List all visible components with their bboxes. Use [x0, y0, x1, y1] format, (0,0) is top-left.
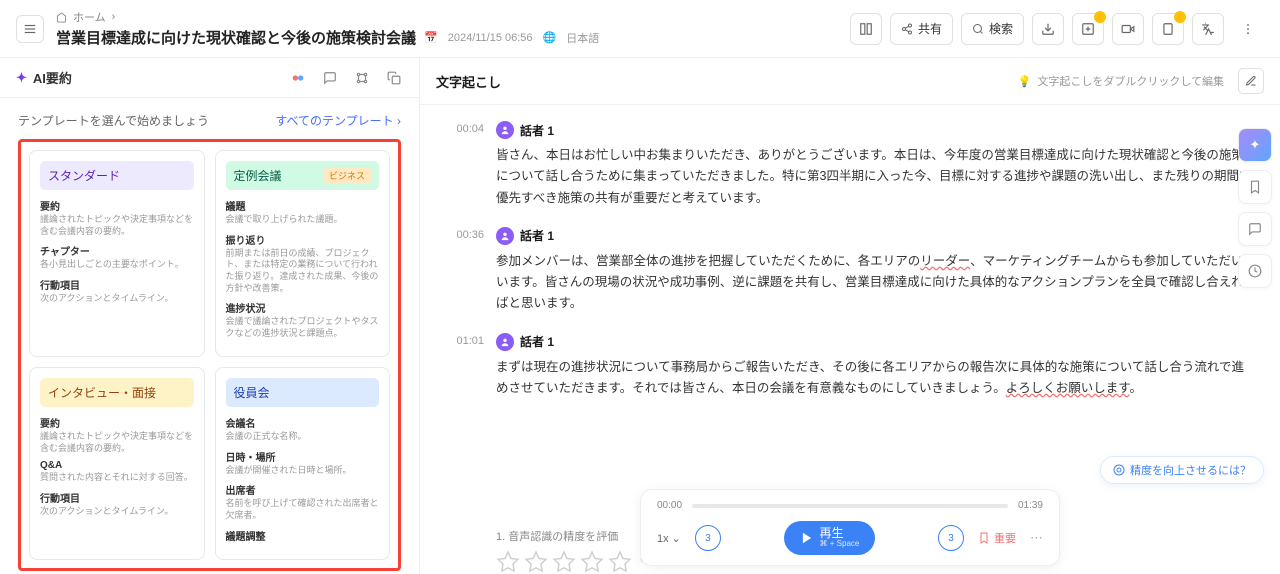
template-section: 行動項目次のアクションとタイムライン。	[40, 490, 194, 518]
bulb-icon: 💡	[1018, 75, 1032, 88]
transcript-hint: 文字起こしをダブルクリックして編集	[1037, 73, 1224, 89]
template-card-title: スタンダード	[40, 161, 194, 190]
audio-player: 00:00 01:39 1x ⌄ 3 再生 ⌘ + Space 3	[640, 489, 1060, 566]
transcript-header: 文字起こし 💡 文字起こしをダブルクリックして編集	[420, 58, 1280, 105]
time-current: 00:00	[657, 500, 682, 511]
timestamp[interactable]: 00:04	[444, 121, 484, 209]
rail-comment-icon[interactable]	[1238, 212, 1272, 246]
rail-ai-icon[interactable]: ✦	[1238, 128, 1272, 162]
important-button[interactable]: 重要	[978, 530, 1016, 546]
skip-back-button[interactable]: 3	[695, 525, 721, 551]
breadcrumb: ホーム › 営業目標達成に向けた現状確認と今後の施策検討会議 📅 2024/11…	[56, 9, 850, 48]
star-icon[interactable]	[552, 550, 576, 574]
speaker-avatar	[496, 121, 514, 139]
speaker-avatar	[496, 227, 514, 245]
speech-entry: 00:04 話者 1 皆さん、本日はお忙しい中お集まりいただき、ありがとうございます…	[444, 121, 1256, 209]
speed-button[interactable]: 1x ⌄	[657, 532, 681, 545]
app-header: ホーム › 営業目標達成に向けた現状確認と今後の施策検討会議 📅 2024/11…	[0, 0, 1280, 58]
template-section: 要約議論されたトピックや決定事項などを含む会議内容の要約。	[40, 415, 194, 454]
speaker-name[interactable]: 話者 1	[520, 227, 554, 244]
ai-summary-header: ✦ AI要約	[0, 58, 419, 98]
sparkle-icon: ✦	[16, 70, 27, 86]
speaker-name[interactable]: 話者 1	[520, 333, 554, 350]
speaker-name[interactable]: 話者 1	[520, 122, 554, 139]
template-prompt: テンプレートを選んで始めましょう	[18, 112, 209, 129]
page-title: 営業目標達成に向けた現状確認と今後の施策検討会議	[56, 27, 416, 48]
download-icon[interactable]	[1032, 13, 1064, 45]
progress-bar[interactable]	[692, 504, 1008, 508]
header-actions: 共有 検索	[850, 13, 1264, 45]
hamburger-menu[interactable]	[16, 15, 44, 43]
star-icon[interactable]	[496, 550, 520, 574]
speech-entry: 00:36 話者 1 参加メンバーは、営業部全体の進捗を把握していただくために、各エ…	[444, 227, 1256, 315]
share-button[interactable]: 共有	[890, 13, 953, 45]
meta-datetime: 2024/11/15 06:56	[448, 32, 533, 44]
rail-bookmark-icon[interactable]	[1238, 170, 1272, 204]
template-grid-highlight: スタンダード要約議論されたトピックや決定事項などを含む会議内容の要約。チャプター…	[18, 139, 401, 571]
template-section: チャプター各小見出しごとの主要なポイント。	[40, 243, 194, 271]
meta-language: 日本語	[566, 30, 599, 46]
template-section: 進捗状況会議で議論されたプロジェクトやタスクなどの進捗状況と課題点。	[226, 300, 380, 339]
business-badge: ビジネス	[323, 168, 371, 183]
template-section: 議題調整	[226, 528, 380, 543]
template-section: 会議名会議の正式な名称。	[226, 415, 380, 443]
speech-text[interactable]: 参加メンバーは、営業部全体の進捗を把握していただくために、各エリアのリーダー、マ…	[496, 251, 1256, 315]
speech-text[interactable]: 皆さん、本日はお忙しい中お集まりいただき、ありがとうございます。本日は、今年度の…	[496, 145, 1256, 209]
template-card-title: 役員会	[226, 378, 380, 407]
all-templates-link[interactable]: すべてのテンプレート ›	[275, 112, 401, 129]
template-card[interactable]: 定例会議ビジネス議題会議で取り上げられた議題。振り返り前期または前日の成績、プロ…	[215, 150, 391, 357]
play-button[interactable]: 再生 ⌘ + Space	[784, 521, 876, 555]
template-section: 行動項目次のアクションとタイムライン。	[40, 277, 194, 305]
speaker-avatar	[496, 333, 514, 351]
main-content: ✦ AI要約 テンプレートを選んで始めましょう すべてのテンプレート › スタン…	[0, 58, 1280, 574]
template-section: 振り返り前期または前日の成績、プロジェクト、または特定の業務について行われた振り…	[226, 232, 380, 295]
template-section: 出席者名前を呼び上げて確認された出席者と欠席者。	[226, 482, 380, 521]
right-rail: ✦	[1230, 120, 1280, 296]
copy-icon[interactable]	[385, 69, 403, 87]
template-card-title: インタビュー・面接	[40, 378, 194, 407]
player-more-icon[interactable]: ⋯	[1030, 530, 1043, 546]
chat-icon[interactable]	[321, 69, 339, 87]
export-icon[interactable]	[1072, 13, 1104, 45]
edit-button[interactable]	[1238, 68, 1264, 94]
speech-entry: 01:01 話者 1 まずは現在の進捗状況について事務局からご報告いただき、その後に…	[444, 333, 1256, 400]
template-card-title: 定例会議ビジネス	[226, 161, 380, 190]
play-icon	[800, 531, 814, 545]
template-card[interactable]: インタビュー・面接要約議論されたトピックや決定事項などを含む会議内容の要約。 Q&…	[29, 367, 205, 560]
template-section: 議題会議で取り上げられた議題。	[226, 198, 380, 226]
rail-history-icon[interactable]	[1238, 254, 1272, 288]
right-panel: 文字起こし 💡 文字起こしをダブルクリックして編集 00:04 話者 1 皆さん、本…	[420, 58, 1280, 574]
clipboard-icon[interactable]	[1152, 13, 1184, 45]
star-icon[interactable]	[524, 550, 548, 574]
more-icon[interactable]	[1232, 13, 1264, 45]
template-card[interactable]: スタンダード要約議論されたトピックや決定事項などを含む会議内容の要約。チャプター…	[29, 150, 205, 357]
search-button[interactable]: 検索	[961, 13, 1024, 45]
ai-color-icon[interactable]	[289, 69, 307, 87]
breadcrumb-home[interactable]: ホーム	[73, 9, 106, 25]
template-area: テンプレートを選んで始めましょう すべてのテンプレート › スタンダード要約議論…	[0, 98, 419, 574]
star-icon[interactable]	[580, 550, 604, 574]
timestamp[interactable]: 01:01	[444, 333, 484, 400]
help-button[interactable]: 精度を向上させるには？	[1100, 456, 1264, 484]
timestamp[interactable]: 00:36	[444, 227, 484, 315]
view-mode-icon[interactable]	[850, 13, 882, 45]
speech-text[interactable]: まずは現在の進捗状況について事務局からご報告いただき、その後に各エリアからの報告…	[496, 357, 1256, 400]
template-section: 要約議論されたトピックや決定事項などを含む会議内容の要約。	[40, 198, 194, 237]
mindmap-icon[interactable]	[353, 69, 371, 87]
star-icon[interactable]	[608, 550, 632, 574]
left-panel: ✦ AI要約 テンプレートを選んで始めましょう すべてのテンプレート › スタン…	[0, 58, 420, 574]
time-duration: 01:39	[1018, 500, 1043, 511]
template-section: 日時・場所会議が開催された日時と場所。	[226, 449, 380, 477]
video-icon[interactable]	[1112, 13, 1144, 45]
skip-fwd-button[interactable]: 3	[938, 525, 964, 551]
target-icon	[1113, 464, 1125, 476]
home-icon	[56, 12, 67, 23]
template-section: Q&A質問された内容とそれに対する回答。	[40, 460, 194, 484]
translate-icon[interactable]	[1192, 13, 1224, 45]
template-card[interactable]: 役員会会議名会議の正式な名称。日時・場所会議が開催された日時と場所。出席者名前を…	[215, 367, 391, 560]
transcript-title: 文字起こし	[436, 72, 501, 91]
